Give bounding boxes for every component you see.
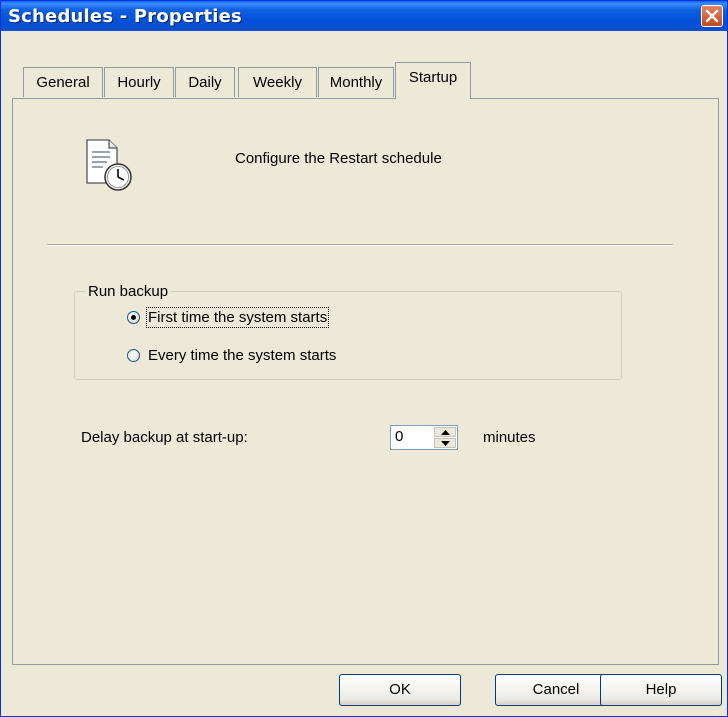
cancel-button[interactable]: Cancel [495,674,617,706]
radio-first-time-label: First time the system starts [145,306,330,328]
tab-weekly[interactable]: Weekly [238,67,317,97]
tab-label: Startup [408,69,458,86]
tab-hourly[interactable]: Hourly [104,67,174,97]
tab-label: General [36,74,90,91]
tab-label: Hourly [117,74,161,91]
radio-first-time[interactable]: First time the system starts [127,306,330,328]
schedule-clock-icon [83,137,143,195]
title-bar[interactable]: Schedules - Properties [1,1,727,31]
radio-every-time-label: Every time the system starts [148,346,337,364]
tab-label: Monthly [329,74,383,91]
arrow-down-icon [441,441,450,446]
properties-dialog: Schedules - Properties General Hourly Da… [0,0,728,717]
delay-minutes-spinner[interactable]: 0 [390,425,458,450]
radio-every-time[interactable]: Every time the system starts [127,345,336,365]
radio-button-checked[interactable] [127,310,140,324]
radio-button-unchecked[interactable] [127,348,140,362]
tab-label: Daily [188,74,222,91]
window-title: Schedules - Properties [8,6,242,27]
run-backup-legend: Run backup [86,283,171,300]
spinner-buttons [434,427,456,448]
ok-button[interactable]: OK [339,674,461,706]
spin-up-button[interactable] [434,427,456,437]
tab-monthly[interactable]: Monthly [318,67,394,97]
tab-daily[interactable]: Daily [175,67,235,97]
startup-description: Configure the Restart schedule [235,150,442,167]
spin-down-button[interactable] [434,438,456,448]
tab-label: Weekly [253,74,302,91]
separator [47,244,673,246]
arrow-up-icon [441,430,450,435]
delay-label: Delay backup at start-up: [81,429,248,446]
delay-minutes-value[interactable]: 0 [395,428,403,445]
help-button[interactable]: Help [600,674,722,706]
close-button[interactable] [701,5,723,27]
run-backup-groupbox [74,291,622,380]
tab-startup[interactable]: Startup [395,62,471,99]
tab-general[interactable]: General [23,67,103,97]
delay-units: minutes [483,429,536,446]
close-icon [705,9,719,23]
